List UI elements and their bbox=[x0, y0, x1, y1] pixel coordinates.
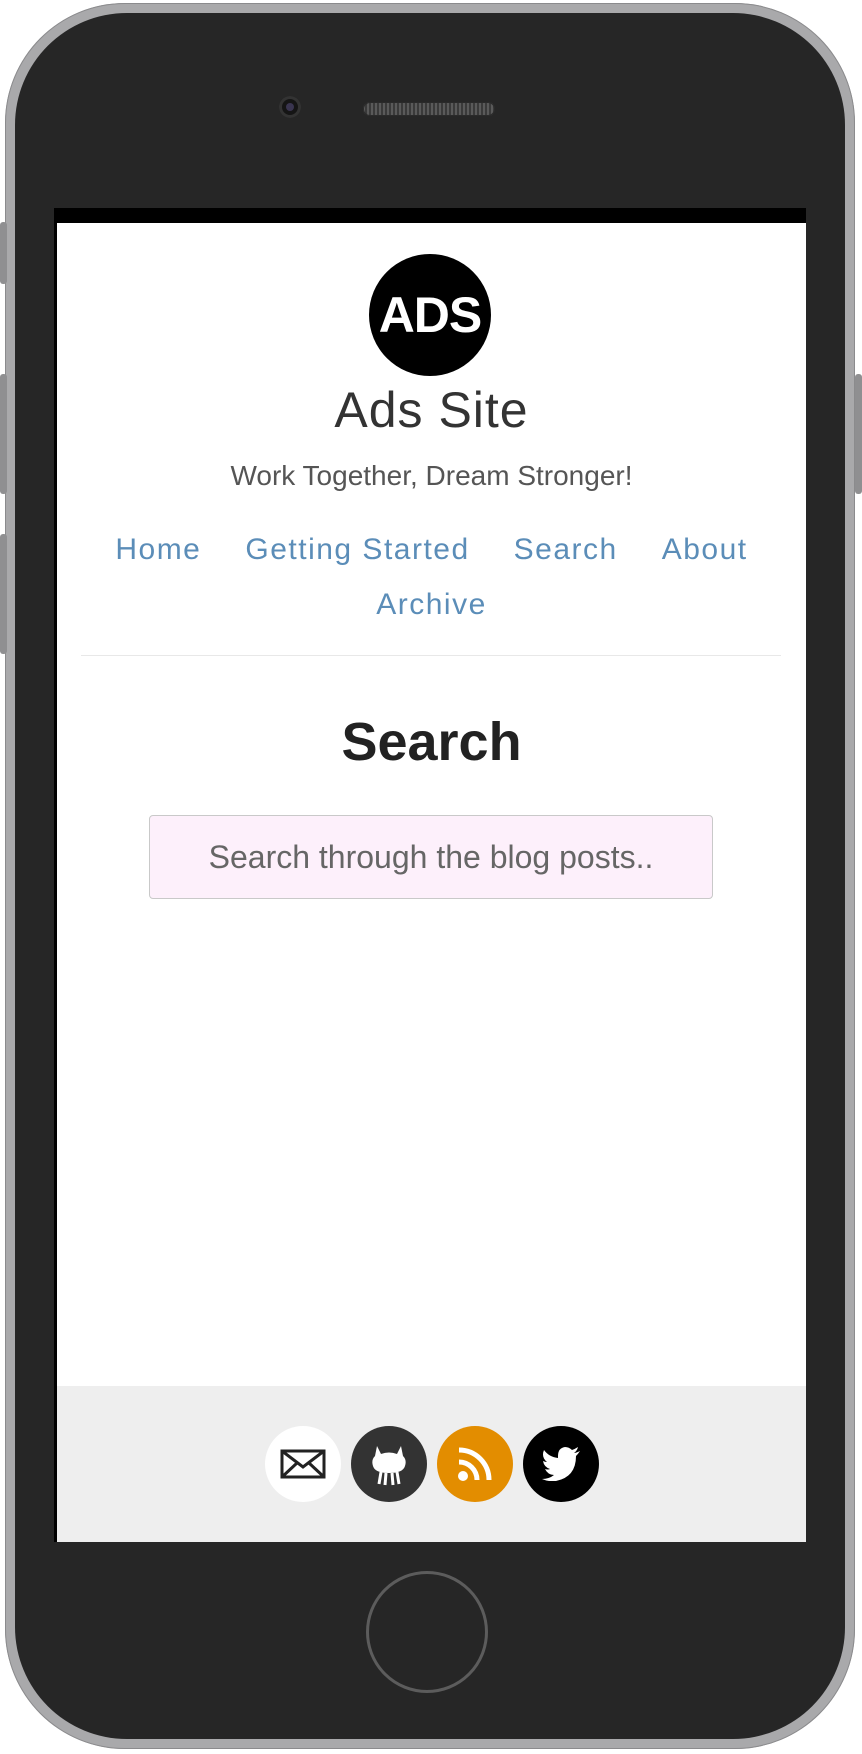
site-logo[interactable]: ADS bbox=[369, 254, 491, 376]
twitter-link[interactable] bbox=[522, 1426, 599, 1502]
page-title: Search bbox=[341, 712, 522, 772]
nav-item-about[interactable]: About bbox=[662, 525, 748, 575]
rss-link[interactable] bbox=[436, 1426, 513, 1502]
footer bbox=[57, 1386, 806, 1542]
earpiece-speaker bbox=[363, 102, 495, 116]
site-tagline: Work Together, Dream Stronger! bbox=[230, 460, 633, 491]
power-button bbox=[855, 374, 862, 494]
nav-item-home[interactable]: Home bbox=[115, 525, 201, 575]
github-link[interactable] bbox=[350, 1426, 427, 1502]
main-nav: Home Getting Started Search About Archive bbox=[77, 525, 786, 635]
github-icon bbox=[371, 1446, 406, 1486]
mute-switch bbox=[0, 222, 7, 284]
header-divider bbox=[81, 655, 781, 656]
logo-text: ADS bbox=[378, 287, 483, 343]
nav-item-getting-started[interactable]: Getting Started bbox=[245, 525, 469, 575]
social-links bbox=[57, 1426, 806, 1502]
rss-icon bbox=[457, 1447, 491, 1481]
nav-item-archive[interactable]: Archive bbox=[376, 580, 487, 630]
home-button[interactable] bbox=[366, 1571, 488, 1693]
search-input[interactable] bbox=[149, 815, 713, 899]
volume-up-button bbox=[0, 374, 7, 494]
email-link[interactable] bbox=[264, 1426, 341, 1502]
nav-item-search[interactable]: Search bbox=[514, 525, 618, 575]
email-icon bbox=[280, 1449, 325, 1479]
device-screen: ADS Ads Site Work Together, Dream Strong… bbox=[54, 208, 806, 1542]
site-title[interactable]: Ads Site bbox=[57, 381, 806, 439]
front-camera bbox=[279, 96, 301, 118]
web-page: ADS Ads Site Work Together, Dream Strong… bbox=[57, 223, 806, 1542]
twitter-icon bbox=[541, 1447, 580, 1481]
volume-down-button bbox=[0, 534, 7, 654]
